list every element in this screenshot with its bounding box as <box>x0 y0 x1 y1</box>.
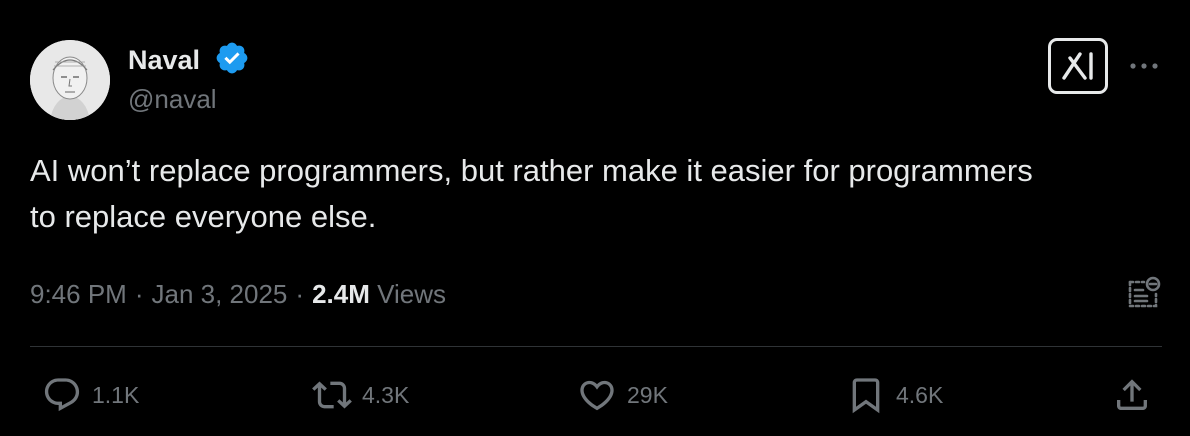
meta-separator: · <box>295 279 305 309</box>
reply-icon <box>44 378 80 412</box>
views-count: 2.4M <box>312 279 370 309</box>
views-label: Views <box>377 279 446 309</box>
repost-icon <box>312 381 352 409</box>
bookmark-button[interactable]: 4.6K <box>846 373 943 417</box>
like-button[interactable]: 29K <box>577 373 668 417</box>
like-icon <box>580 380 614 411</box>
share-icon <box>1117 379 1147 410</box>
more-icon[interactable] <box>1126 52 1162 80</box>
author-name[interactable]: Naval <box>128 44 200 76</box>
meta-separator: · <box>134 279 144 309</box>
verified-badge-icon[interactable] <box>214 40 250 76</box>
avatar-sketch-image <box>30 40 110 120</box>
bookmark-count: 4.6K <box>896 381 944 408</box>
tweet-time[interactable]: 9:46 PM <box>30 279 127 309</box>
tweet-text-line: AI won’t replace programmers, but rather… <box>30 153 1033 188</box>
divider <box>30 346 1162 347</box>
community-notes-icon[interactable] <box>1124 274 1164 314</box>
share-button[interactable] <box>1112 373 1162 417</box>
like-count: 29K <box>627 381 668 408</box>
author-handle[interactable]: @naval <box>128 83 217 115</box>
grok-icon <box>1062 52 1093 80</box>
reply-count: 1.1K <box>92 381 140 408</box>
tweet-text-line: to replace everyone else. <box>30 199 377 234</box>
reply-button[interactable]: 1.1K <box>42 373 139 417</box>
tweet-date[interactable]: Jan 3, 2025 <box>152 279 288 309</box>
tweet-text: AI won’t replace programmers, but rather… <box>30 148 1170 240</box>
tweet-meta: 9:46 PM · Jan 3, 2025 · 2.4M Views <box>30 276 446 312</box>
repost-button[interactable]: 4.3K <box>312 373 409 417</box>
bookmark-icon <box>852 378 880 414</box>
avatar[interactable] <box>30 40 110 120</box>
repost-count: 4.3K <box>362 381 410 408</box>
grok-button[interactable] <box>1048 38 1108 94</box>
